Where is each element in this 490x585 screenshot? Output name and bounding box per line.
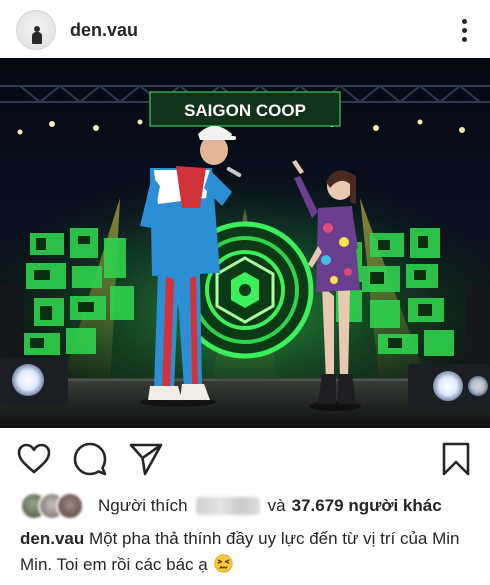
likes-prefix: Người thích xyxy=(98,496,188,515)
liker-avatar xyxy=(56,492,84,520)
more-dot xyxy=(461,18,467,24)
avatar[interactable] xyxy=(16,10,56,50)
saigon-coop-banner: SAIGON COOP xyxy=(149,91,341,127)
liker-name-blurred[interactable] xyxy=(195,497,260,515)
post-username[interactable]: den.vau xyxy=(70,20,452,41)
likes-connector: và xyxy=(267,496,286,515)
send-icon[interactable] xyxy=(128,441,164,477)
caption-text: Một pha thả thính đầy uy lực đến từ vị t… xyxy=(20,529,460,574)
banner-text: SAIGON COOP xyxy=(184,101,306,120)
more-dot xyxy=(461,27,467,33)
bookmark-icon[interactable] xyxy=(438,441,474,477)
post-caption: den.vau Một pha thả thính đầy uy lực đến… xyxy=(20,526,476,578)
caption-username[interactable]: den.vau xyxy=(20,529,84,548)
likes-count[interactable]: 37.679 người khác xyxy=(292,496,442,516)
action-bar xyxy=(0,436,490,482)
liker-avatars xyxy=(20,492,84,520)
persevering-face-emoji xyxy=(214,554,234,573)
more-dot xyxy=(461,36,467,42)
post-header: den.vau xyxy=(0,0,490,60)
post-photo[interactable]: SAIGON COOP xyxy=(0,58,490,428)
avatar-figure-body xyxy=(32,32,42,44)
concert-stage-photo: SAIGON COOP xyxy=(0,84,490,428)
likes-row[interactable]: Người thích và 37.679 người khác xyxy=(0,490,490,522)
more-options-icon[interactable] xyxy=(452,15,476,45)
heart-icon[interactable] xyxy=(16,441,52,477)
comment-icon[interactable] xyxy=(72,441,108,477)
